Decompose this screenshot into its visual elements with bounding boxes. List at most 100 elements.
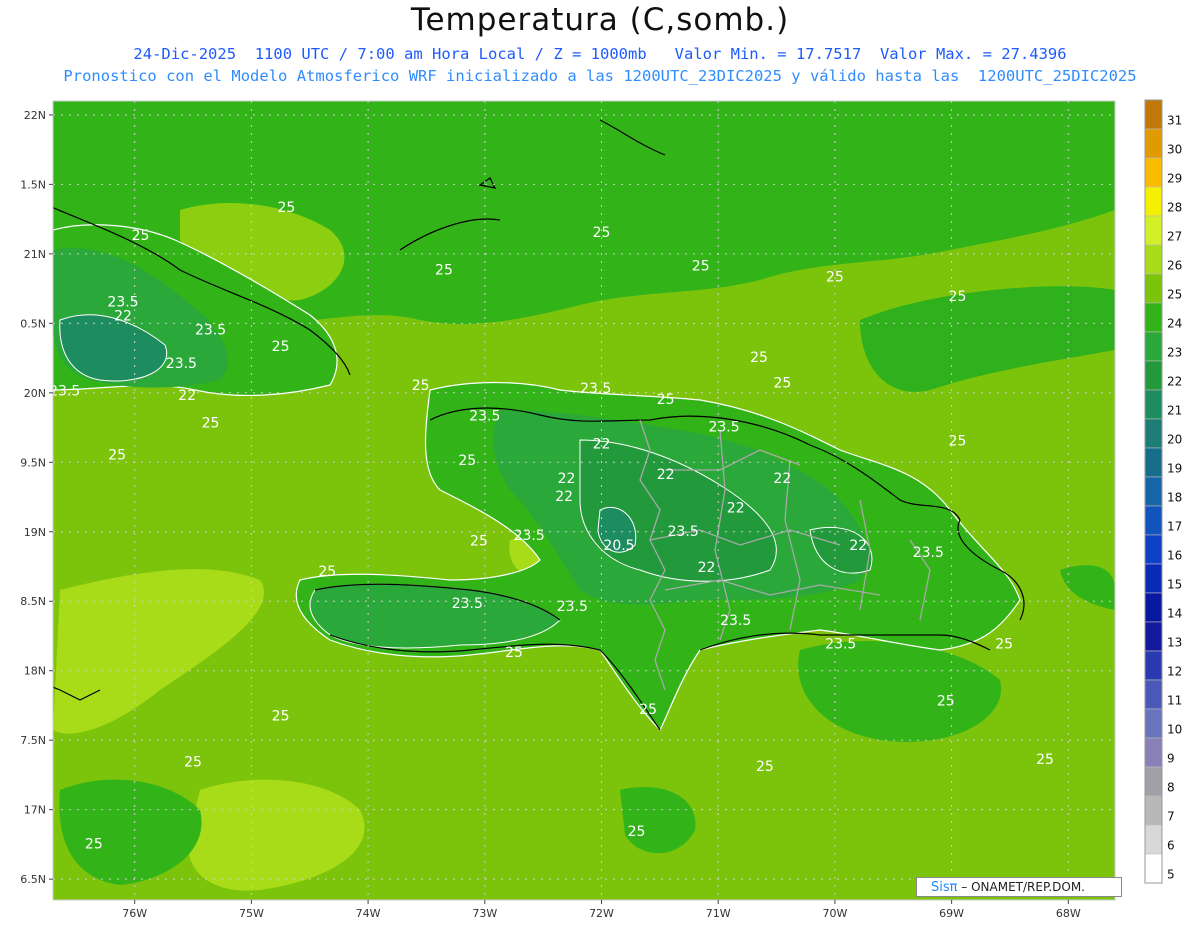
contour-label: 23.5 — [195, 322, 226, 338]
colorbar-label: 21 — [1167, 404, 1182, 418]
lon-tick-label: 74W — [356, 907, 381, 920]
contour-label: 25 — [773, 375, 791, 391]
colorbar-swatch — [1144, 215, 1163, 246]
colorbar-label: 15 — [1167, 578, 1182, 592]
colorbar-swatch — [1144, 621, 1163, 652]
contour-label: 20.5 — [603, 538, 634, 554]
colorbar-label: 16 — [1167, 549, 1182, 563]
contour-label: 25 — [505, 645, 523, 661]
colorbar-label: 7 — [1167, 810, 1175, 824]
contour-label: 22 — [727, 500, 745, 516]
contour-label: 22 — [773, 471, 791, 487]
temperature-field: 25 25 25 25 25 25 25 23.5 22 23.5 25 23.5 23.5 22 25 25… — [53, 101, 1115, 900]
contour-label: 25 — [750, 350, 768, 366]
contour-label: 22 — [593, 436, 611, 452]
lat-tick-label: 19N — [24, 526, 46, 539]
contour-label: 22 — [849, 538, 867, 554]
colorbar-label: 24 — [1167, 317, 1182, 331]
contour-label: 25 — [132, 228, 150, 244]
contour-label: 25 — [435, 263, 453, 279]
map-title: Temperatura (C,somb.) — [410, 2, 790, 38]
colorbar-swatch — [1144, 360, 1163, 391]
colorbar-swatch — [1144, 505, 1163, 536]
contour-label: 25 — [272, 339, 290, 355]
colorbar-label: 6 — [1167, 839, 1175, 853]
contour-label: 23.5 — [469, 409, 500, 425]
colorbar-swatch — [1144, 331, 1163, 362]
credit-box: Sisπ – ONAMET/REP.DOM. — [916, 877, 1122, 897]
lon-tick-label: 76W — [122, 907, 147, 920]
colorbar-swatch — [1144, 563, 1163, 594]
lat-tick-label: 21N — [24, 248, 46, 261]
contour-label: 25 — [412, 378, 430, 394]
colorbar-label: 13 — [1167, 636, 1182, 650]
contour-label: 25 — [458, 453, 476, 469]
colorbar-swatch — [1144, 824, 1163, 855]
colorbar-swatch — [1144, 708, 1163, 739]
sisp-brand: Sisπ — [931, 880, 958, 895]
contour-label: 25 — [949, 434, 967, 450]
colorbar-swatch — [1144, 389, 1163, 420]
lon-tick-label: 69W — [939, 907, 964, 920]
colorbar-label: 19 — [1167, 462, 1182, 476]
temperature-map: 25 25 25 25 25 25 25 23.5 22 23.5 25 23.5 23.5 22 25 25… — [20, 99, 1182, 920]
colorbar-swatch — [1144, 650, 1163, 681]
colorbar-swatch — [1144, 244, 1163, 275]
lon-tick-label: 75W — [239, 907, 264, 920]
colorbar-label: 9 — [1167, 752, 1175, 766]
contour-label: 25 — [692, 259, 710, 275]
colorbar-label: 22 — [1167, 375, 1182, 389]
contour-label: 23.5 — [580, 381, 611, 397]
contour-label: 23.5 — [720, 613, 751, 629]
colorbar-label: 23 — [1167, 346, 1182, 360]
temperature-colorbar: 31 30 29 28 27 26 25 24 23 22 21 20 19 18 17 16 15 14 13 12… — [1144, 99, 1182, 884]
colorbar-label: 5 — [1167, 868, 1175, 882]
lat-tick-label: 1.5N — [20, 178, 46, 191]
colorbar-label: 18 — [1167, 491, 1182, 505]
colorbar-swatch — [1144, 99, 1163, 130]
colorbar-label: 17 — [1167, 520, 1182, 534]
colorbar-swatch — [1144, 534, 1163, 565]
colorbar-label: 8 — [1167, 781, 1175, 795]
contour-label: 23.5 — [557, 599, 588, 615]
lat-tick-label: 22N — [24, 109, 46, 122]
colorbar-label: 29 — [1167, 172, 1182, 186]
lat-tick-label: 0.5N — [20, 317, 46, 330]
colorbar-swatch — [1144, 273, 1163, 304]
lat-tick-label: 6.5N — [20, 873, 46, 886]
contour-label: 22 — [555, 489, 573, 505]
contour-label: 22 — [698, 560, 716, 576]
contour-label: 25 — [639, 702, 657, 718]
colorbar-swatch — [1144, 418, 1163, 449]
contour-label: 25 — [657, 392, 675, 408]
model-info-subtitle: Pronostico con el Modelo Atmosferico WRF… — [63, 67, 1137, 85]
colorbar-swatch — [1144, 592, 1163, 623]
colorbar-swatch — [1144, 853, 1163, 884]
contour-label: 25 — [272, 709, 290, 725]
contour-label: 22 — [178, 388, 196, 404]
lat-tick-label: 18N — [24, 665, 46, 678]
lat-tick-label: 17N — [24, 804, 46, 817]
lon-tick-label: 73W — [472, 907, 497, 920]
colorbar-swatch — [1144, 302, 1163, 333]
colorbar-label: 10 — [1167, 723, 1182, 737]
contour-label: 23.5 — [166, 356, 197, 372]
colorbar-label: 25 — [1167, 288, 1182, 302]
contour-label: 25 — [318, 564, 336, 580]
contour-label: 25 — [756, 759, 774, 775]
contour-label: 22 — [657, 467, 675, 483]
longitude-axis: 76W 75W 74W 73W 72W 71W 70W 69W 68W — [122, 900, 1081, 920]
contour-label: 25 — [277, 200, 295, 216]
colorbar-label: 20 — [1167, 433, 1182, 447]
colorbar-swatch — [1144, 157, 1163, 188]
contour-label: 23.5 — [452, 596, 483, 612]
colorbar-label: 26 — [1167, 259, 1182, 273]
contour-label: 23.5 — [708, 420, 739, 436]
lon-tick-label: 71W — [706, 907, 731, 920]
lon-tick-label: 72W — [589, 907, 614, 920]
contour-label: 25 — [593, 225, 611, 241]
lat-tick-label: 7.5N — [20, 734, 46, 747]
contour-label: 25 — [995, 636, 1013, 652]
lat-tick-label: 20N — [24, 387, 46, 400]
colorbar-label: 28 — [1167, 201, 1182, 215]
